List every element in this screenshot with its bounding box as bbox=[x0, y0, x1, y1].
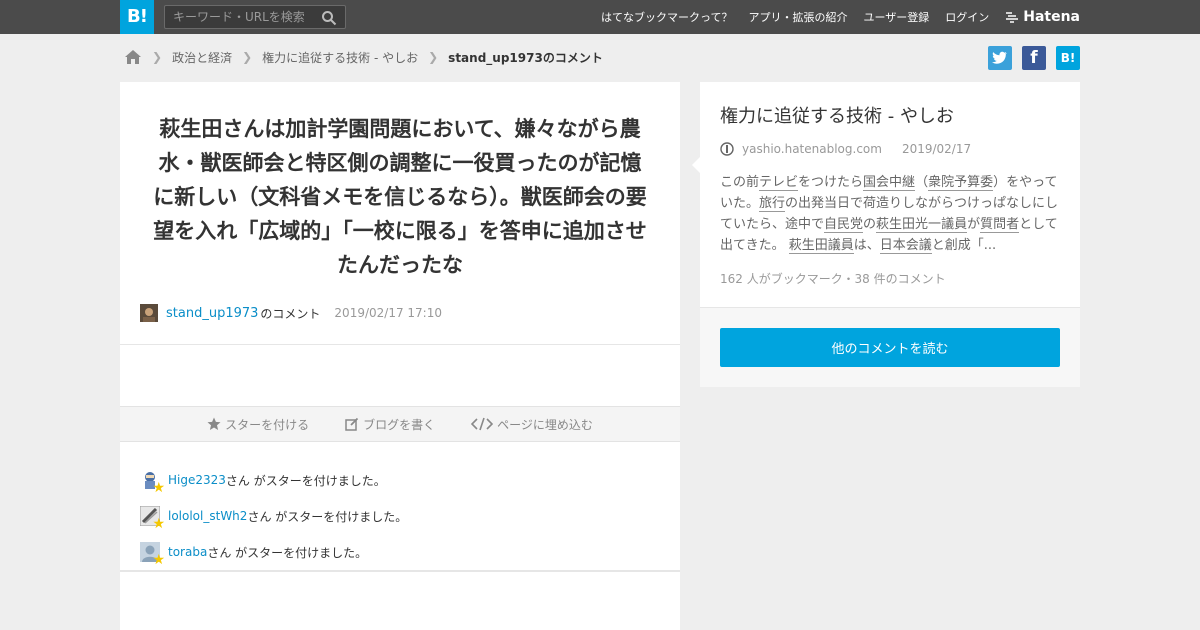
comment-actions: スターを付ける ブログを書く ページに埋め込む bbox=[120, 406, 680, 442]
entry-card: 権力に追従する技術 - やしお yashio.hatenablog.com 20… bbox=[692, 82, 1080, 387]
excerpt-text: この前 bbox=[720, 175, 760, 190]
avatar[interactable]: ★ bbox=[140, 542, 165, 567]
hatena-share-button[interactable]: B! bbox=[1056, 46, 1080, 70]
comment-user-link[interactable]: stand_up1973 bbox=[166, 306, 258, 321]
add-star-label: スターを付ける bbox=[225, 417, 310, 432]
comment-date[interactable]: 2019/02/17 17:10 bbox=[334, 306, 442, 320]
excerpt-text: （ bbox=[915, 175, 929, 190]
star-icon bbox=[207, 417, 221, 430]
star-list: ★ Hige2323 さん がスターを付けました。 ★ lololol_stWh… bbox=[139, 462, 660, 570]
hatena-brand[interactable]: Hatena bbox=[1005, 9, 1080, 25]
star-text: さん がスターを付けました。 bbox=[247, 509, 408, 524]
chevron-right-icon: ❯ bbox=[152, 50, 163, 64]
avatar[interactable] bbox=[140, 304, 158, 322]
excerpt-text: をつけたら bbox=[798, 175, 864, 190]
keyword-link[interactable]: 衆院予算委 bbox=[928, 175, 994, 191]
chevron-right-icon: ❯ bbox=[428, 50, 439, 64]
search-input[interactable] bbox=[165, 6, 315, 28]
star-text: さん がスターを付けました。 bbox=[207, 545, 368, 560]
top-bar: B! はてなブックマークって？ アプリ・拡張の紹介 ユーザー登録 ログイン Ha… bbox=[0, 0, 1200, 34]
comment-meta: stand_up1973 のコメント 2019/02/17 17:10 bbox=[140, 304, 442, 322]
breadcrumb: ❯ 政治と経済 ❯ 権力に追従する技術 - やしお ❯ stand_up1973… bbox=[124, 46, 603, 68]
list-item: ★ Hige2323 さん がスターを付けました。 bbox=[140, 462, 660, 498]
nav-about[interactable]: はてなブックマークって？ bbox=[601, 9, 732, 25]
card-pointer bbox=[692, 156, 701, 174]
write-blog-label: ブログを書く bbox=[363, 417, 436, 432]
divider bbox=[120, 344, 680, 345]
read-other-comments-button[interactable]: 他のコメントを読む bbox=[720, 328, 1060, 367]
comment-text: 萩生田さんは加計学園問題において、嫌々ながら農水・獣医師会と特区側の調整に一役買… bbox=[153, 117, 647, 277]
top-nav: はてなブックマークって？ アプリ・拡張の紹介 ユーザー登録 ログイン Haten… bbox=[585, 0, 1080, 34]
write-blog-button[interactable]: ブログを書く bbox=[345, 416, 435, 433]
keyword-link[interactable]: 議員 bbox=[941, 217, 968, 233]
code-icon bbox=[471, 417, 494, 431]
hatena-logo-icon bbox=[1006, 12, 1019, 23]
keyword-link[interactable]: テレビ bbox=[759, 175, 799, 191]
entry-meta: yashio.hatenablog.com 2019/02/17 bbox=[720, 142, 971, 156]
favicon-icon bbox=[720, 142, 734, 156]
chevron-right-icon: ❯ bbox=[242, 50, 253, 64]
add-star-button[interactable]: スターを付ける bbox=[207, 416, 309, 433]
embed-button[interactable]: ページに埋め込む bbox=[471, 416, 593, 433]
excerpt-text: の bbox=[863, 217, 877, 232]
star-icon: ★ bbox=[152, 516, 165, 532]
nav-login[interactable]: ログイン bbox=[945, 9, 989, 25]
nav-apps[interactable]: アプリ・拡張の紹介 bbox=[748, 9, 847, 25]
hatena-brand-label: Hatena bbox=[1023, 9, 1080, 25]
star-text: さん がスターを付けました。 bbox=[225, 473, 386, 488]
list-item: ★ lololol_stWh2 さん がスターを付けました。 bbox=[139, 498, 660, 534]
keyword-link[interactable]: 国会中継 bbox=[863, 175, 916, 191]
list-item: ★ toraba さん がスターを付けました。 bbox=[140, 534, 660, 570]
entry-domain[interactable]: yashio.hatenablog.com bbox=[742, 142, 882, 156]
entry-footer: 他のコメントを読む bbox=[700, 307, 1080, 387]
star-icon: ★ bbox=[152, 480, 165, 496]
embed-label: ページに埋め込む bbox=[497, 417, 593, 432]
entry-title[interactable]: 権力に追従する技術 - やしお bbox=[720, 102, 954, 128]
avatar[interactable]: ★ bbox=[139, 505, 165, 531]
search-box[interactable] bbox=[164, 5, 346, 29]
nav-register[interactable]: ユーザー登録 bbox=[863, 9, 929, 25]
edit-icon bbox=[345, 417, 359, 431]
keyword-link[interactable]: 萩生田光一 bbox=[876, 217, 942, 233]
excerpt-text: は、 bbox=[853, 238, 880, 253]
keyword-link[interactable]: 日本会議 bbox=[879, 238, 932, 254]
breadcrumb-category[interactable]: 政治と経済 bbox=[172, 49, 232, 66]
facebook-share-button[interactable]: f bbox=[1022, 46, 1046, 70]
keyword-link[interactable]: 萩生田議員 bbox=[788, 238, 854, 254]
entry-date: 2019/02/17 bbox=[901, 142, 972, 156]
home-icon[interactable] bbox=[124, 49, 142, 65]
breadcrumb-current: stand_up1973のコメント bbox=[448, 50, 603, 65]
entry-excerpt: この前テレビをつけたら国会中継（衆院予算委）をやっていた。旅行の出発当日で荷造り… bbox=[720, 172, 1060, 256]
avatar[interactable]: ★ bbox=[140, 470, 165, 495]
hatena-bookmark-icon: B! bbox=[1060, 51, 1076, 65]
star-user-link[interactable]: toraba bbox=[168, 545, 207, 559]
comment-card: 萩生田さんは加計学園問題において、嫌々ながら農水・獣医師会と特区側の調整に一役買… bbox=[120, 82, 680, 630]
keyword-link[interactable]: 旅行 bbox=[759, 196, 786, 212]
entry-stats[interactable]: 162 人がブックマーク・38 件のコメント bbox=[720, 270, 946, 287]
hatena-bookmark-logo[interactable]: B! bbox=[120, 0, 154, 34]
keyword-link[interactable]: 自民党 bbox=[824, 217, 864, 233]
facebook-icon: f bbox=[1030, 48, 1038, 68]
excerpt-text: と創成「... bbox=[931, 238, 997, 253]
divider bbox=[120, 570, 680, 572]
comment-user-suffix: のコメント bbox=[260, 306, 321, 321]
twitter-share-button[interactable] bbox=[988, 46, 1012, 70]
search-icon[interactable] bbox=[321, 10, 337, 26]
excerpt-text: が bbox=[967, 217, 981, 232]
star-user-link[interactable]: Hige2323 bbox=[168, 473, 226, 487]
star-icon: ★ bbox=[152, 552, 165, 568]
twitter-icon bbox=[992, 51, 1007, 64]
star-user-link[interactable]: lololol_stWh2 bbox=[168, 509, 247, 523]
keyword-link[interactable]: 質問者 bbox=[980, 217, 1020, 233]
breadcrumb-entry[interactable]: 権力に追従する技術 - やしお bbox=[262, 49, 418, 66]
